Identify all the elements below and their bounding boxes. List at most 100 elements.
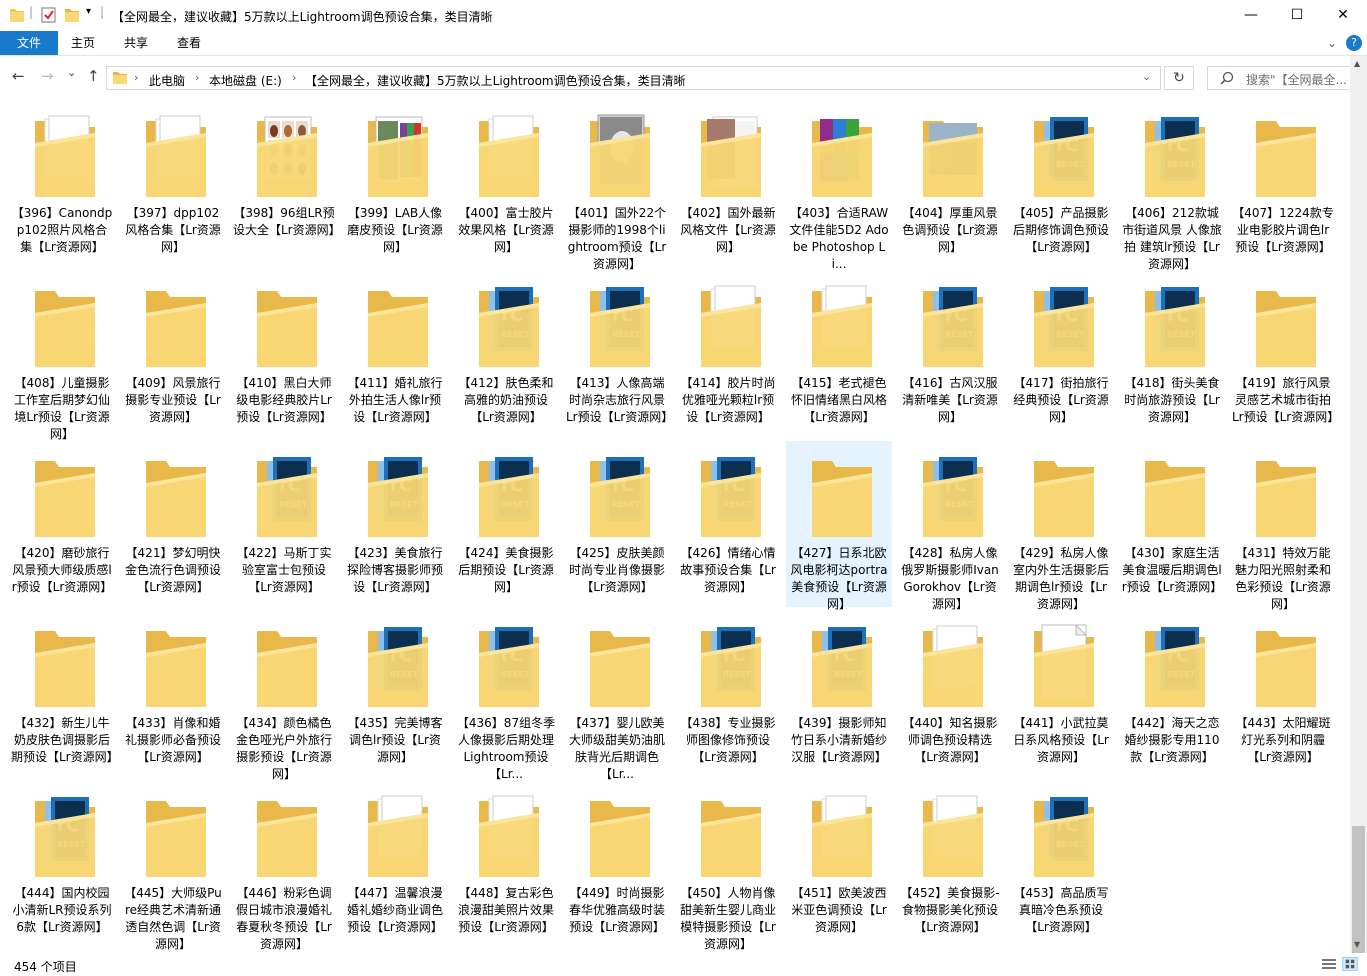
- folder-plain-icon: [1256, 121, 1316, 197]
- folder-item[interactable]: rCRESET 【439】摄影师知竹日系小清新婚纱汉服【Lr资源网】: [786, 611, 892, 777]
- folder-item[interactable]: rCRESET 【442】海天之恋婚纱摄影专用110款【Lr资源网】: [1119, 611, 1225, 777]
- folder-item[interactable]: 【445】大师级Pure经典艺术清新通透自然色调【Lr资源网】: [120, 781, 226, 951]
- folder-item[interactable]: rCRESET 【423】美食旅行探险博客摄影师预设【Lr资源网】: [342, 441, 448, 607]
- folder-item[interactable]: 【420】磨砂旅行风景预大师级质感lr预设【Lr资源网】: [9, 441, 115, 607]
- folder-item[interactable]: rCRESET 【444】国内校园小清新LR预设系列6款【Lr资源网】: [9, 781, 115, 947]
- folder-label: 【403】合适RAW文件佳能5D2 Adobe Photoshop Li...: [789, 206, 889, 271]
- folder-item[interactable]: 【421】梦幻明快金色流行色调预设【Lr资源网】: [120, 441, 226, 607]
- folder-item[interactable]: 【431】特效万能魅力阳光照射柔和色彩预设【Lr资源网】: [1230, 441, 1336, 611]
- folder-item[interactable]: 【409】风景旅行摄影专业预设【Lr资源网】: [120, 271, 226, 437]
- breadcrumb-current-folder[interactable]: 【全网最全，建议收藏】5万款以上Lightroom调色预设合集，类目清晰: [305, 72, 686, 89]
- folder-item[interactable]: 【447】温馨浪漫婚礼婚纱商业调色预设【Lr资源网】: [342, 781, 448, 947]
- back-button[interactable]: ←: [12, 67, 25, 85]
- folder-item[interactable]: rCRESET 【412】肤色柔和高雅的奶油预设【Lr资源网】: [453, 271, 559, 437]
- tab-view[interactable]: 查看: [166, 31, 212, 55]
- help-icon[interactable]: ?: [1346, 35, 1362, 51]
- folder-item[interactable]: 【433】肖像和婚礼摄影师必备预设【Lr资源网】: [120, 611, 226, 777]
- breadcrumb-drive-e[interactable]: 本地磁盘 (E:): [209, 72, 282, 89]
- folder-item[interactable]: 【400】富士胶片效果风格【Lr资源网】: [453, 101, 559, 267]
- folder-item[interactable]: rCRESET 【426】情绪心情故事预设合集【Lr资源网】: [675, 441, 781, 607]
- folder-item[interactable]: 【397】dpp102风格合集【Lr资源网】: [120, 101, 226, 267]
- folder-label: 【421】梦幻明快金色流行色调预设【Lr资源网】: [124, 546, 221, 594]
- folder-plain-icon: [146, 461, 206, 537]
- scrollbar-thumb[interactable]: [1352, 826, 1365, 956]
- folder-item[interactable]: 【401】国外22个摄影师的1998个lightroom预设【Lr资源网】: [564, 101, 670, 271]
- address-dropdown-icon[interactable]: ⌄: [1142, 70, 1151, 83]
- folder-item[interactable]: rCRESET 【425】皮肤美颜时尚专业肖像摄影【Lr资源网】: [564, 441, 670, 607]
- folder-item[interactable]: 【404】厚重风景色调预设【Lr资源网】: [897, 101, 1003, 267]
- folder-item[interactable]: 【432】新生儿牛奶皮肤色调摄影后期预设【Lr资源网】: [9, 611, 119, 777]
- folder-item[interactable]: 【430】家庭生活美食温暖后期调色lr预设【Lr资源网】: [1119, 441, 1225, 607]
- folder-item[interactable]: rCRESET 【406】212款城市街道风景 人像旅拍 建筑lr预设【Lr资源网…: [1119, 101, 1225, 271]
- folder-item[interactable]: 【410】黑白大师级电影经典胶片Lr预设【Lr资源网】: [231, 271, 337, 437]
- folder-item[interactable]: 【415】老式褪色怀旧情绪黑白风格【Lr资源网】: [786, 271, 892, 437]
- folder-item[interactable]: 【411】婚礼旅行外拍生活人像lr预设【Lr资源网】: [342, 271, 448, 437]
- ribbon-expand-icon[interactable]: ⌄: [1322, 31, 1342, 55]
- vertical-scrollbar[interactable]: ▲ ▼: [1350, 56, 1367, 956]
- folder-item[interactable]: 【399】LAB人像磨皮预设【Lr资源网】: [342, 101, 448, 267]
- folder-item[interactable]: rCRESET 【405】产品摄影后期修饰调色预设【Lr资源网】: [1008, 101, 1114, 267]
- folder-item[interactable]: rCRESET 【435】完美博客调色lr预设【Lr资源网】: [342, 611, 448, 777]
- folder-item[interactable]: 【396】Canondpp102照片风格合集【Lr资源网】: [9, 101, 115, 267]
- folder-label: 【396】Canondpp102照片风格合集【Lr资源网】: [11, 206, 113, 254]
- scroll-down-icon[interactable]: ▼: [1354, 940, 1360, 949]
- minimize-button[interactable]: —: [1228, 0, 1274, 31]
- folder-item[interactable]: 【451】欧美波西米亚色调预设【Lr资源网】: [786, 781, 892, 947]
- tab-home[interactable]: 主页: [60, 31, 106, 55]
- up-button[interactable]: ↑: [87, 67, 100, 85]
- folder-plain-icon: [1034, 461, 1094, 537]
- folder-item[interactable]: rCRESET 【422】马斯丁实验室富士包预设【Lr资源网】: [231, 441, 337, 607]
- folder-item[interactable]: rCRESET 【413】人像高端时尚杂志旅行风景Lr预设【Lr资源网】: [564, 271, 673, 437]
- folder-item[interactable]: rCRESET 【438】专业摄影师图像修饰预设【Lr资源网】: [675, 611, 781, 777]
- folder-item[interactable]: 【414】胶片时尚优雅哑光颗粒lr预设【Lr资源网】: [675, 271, 781, 437]
- new-folder-icon[interactable]: [64, 6, 80, 24]
- folder-item[interactable]: 【408】儿童摄影工作室后期梦幻仙境Lr预设【Lr资源网】: [9, 271, 115, 441]
- folder-label: 【419】旅行风景灵感艺术城市街拍Lr预设【Lr资源网】: [1232, 376, 1340, 424]
- folder-item[interactable]: 【403】合适RAW文件佳能5D2 Adobe Photoshop Li...: [786, 101, 892, 271]
- folder-docs-icon: [812, 795, 872, 877]
- folder-item[interactable]: 【429】私房人像室内外生活摄影后期调色lr预设【Lr资源网】: [1008, 441, 1114, 611]
- maximize-button[interactable]: ☐: [1274, 0, 1320, 31]
- folder-item[interactable]: 【449】时尚摄影春华优雅高级时装预设【Lr资源网】: [564, 781, 670, 947]
- folder-item[interactable]: rCRESET 【453】高品质写真暗冷色系预设【Lr资源网】: [1008, 781, 1114, 947]
- folder-label: 【420】磨砂旅行风景预大师级质感lr预设【Lr资源网】: [11, 546, 113, 594]
- folder-item[interactable]: 【434】颜色橘色金色哑光户外旅行摄影预设【Lr资源网】: [231, 611, 337, 781]
- properties-icon[interactable]: [40, 6, 58, 24]
- folder-item[interactable]: 【402】国外最新风格文件【Lr资源网】: [675, 101, 781, 267]
- folder-plain-icon: [35, 461, 95, 537]
- folder-item[interactable]: 【398】96组LR预设大全【Lr资源网】: [231, 101, 341, 267]
- folder-item[interactable]: 【448】复古彩色浪漫甜美照片效果预设【Lr资源网】: [453, 781, 559, 947]
- folder-item[interactable]: 【441】小武拉莫日系风格预设【Lr资源网】: [1008, 611, 1114, 777]
- forward-button[interactable]: →: [41, 67, 54, 85]
- folder-item[interactable]: 【452】美食摄影-食物摄影美化预设【Lr资源网】: [897, 781, 1003, 947]
- tab-file[interactable]: 文件: [0, 31, 58, 55]
- folder-item[interactable]: rCRESET 【436】87组冬季人像摄影后期处理Lightroom预设【Lr.…: [453, 611, 559, 781]
- refresh-button[interactable]: ↻: [1164, 66, 1194, 90]
- folder-item[interactable]: rCRESET 【428】私房人像 俄罗斯摄影师Ivan Gorokhov【Lr资…: [897, 441, 1003, 611]
- folder-item[interactable]: 【443】太阳耀斑灯光系列和阴霾【Lr资源网】: [1230, 611, 1336, 777]
- folder-item[interactable]: 【407】1224款专业电影胶片调色lr预设【Lr资源网】: [1230, 101, 1336, 267]
- folder-item[interactable]: rCRESET 【424】美食摄影后期预设【Lr资源网】: [453, 441, 559, 607]
- breadcrumb-this-pc[interactable]: 此电脑: [149, 72, 185, 89]
- qa-customize-icon[interactable]: ▾: [86, 6, 91, 24]
- folder-item[interactable]: 【450】人物肖像甜美新生婴儿商业模特摄影预设【Lr资源网】: [675, 781, 781, 951]
- search-input[interactable]: 搜索"【全网最全...: [1207, 66, 1351, 90]
- folder-item[interactable]: 【440】知名摄影师调色预设精选【Lr资源网】: [897, 611, 1003, 777]
- folder-item[interactable]: rCRESET 【416】古风汉服清新唯美【Lr资源网】: [897, 271, 1003, 437]
- folder-item[interactable]: rCRESET 【418】街头美食时尚旅游预设【Lr资源网】: [1119, 271, 1225, 437]
- details-view-icon[interactable]: [1322, 958, 1336, 970]
- folder-item[interactable]: 【427】日系北欧风电影柯达portra美食预设【Lr资源网】: [786, 441, 892, 611]
- address-bar[interactable]: › 此电脑 › 本地磁盘 (E:) › 【全网最全，建议收藏】5万款以上Ligh…: [106, 66, 1161, 90]
- folder-item[interactable]: 【446】粉彩色调假日城市浪漫婚礼春夏秋冬预设【Lr资源网】: [231, 781, 337, 951]
- recent-locations-button[interactable]: ⌄: [67, 66, 76, 79]
- folder-label: 【410】黑白大师级电影经典胶片Lr预设【Lr资源网】: [236, 376, 332, 424]
- folder-label: 【399】LAB人像磨皮预设【Lr资源网】: [347, 206, 443, 254]
- large-icons-view-icon[interactable]: [1342, 957, 1358, 971]
- tab-share[interactable]: 共享: [113, 31, 159, 55]
- scroll-up-icon[interactable]: ▲: [1354, 59, 1360, 68]
- folder-item[interactable]: rCRESET 【417】街拍旅行经典预设【Lr资源网】: [1008, 271, 1114, 437]
- folder-item[interactable]: 【437】婴儿欧美大师级甜美奶油肌肤背光后期调色【Lr...: [564, 611, 670, 781]
- close-button[interactable]: ✕: [1320, 0, 1366, 31]
- folder-item[interactable]: 【419】旅行风景灵感艺术城市街拍Lr预设【Lr资源网】: [1230, 271, 1340, 437]
- folder-lr-icon: rCRESET: [1034, 797, 1094, 877]
